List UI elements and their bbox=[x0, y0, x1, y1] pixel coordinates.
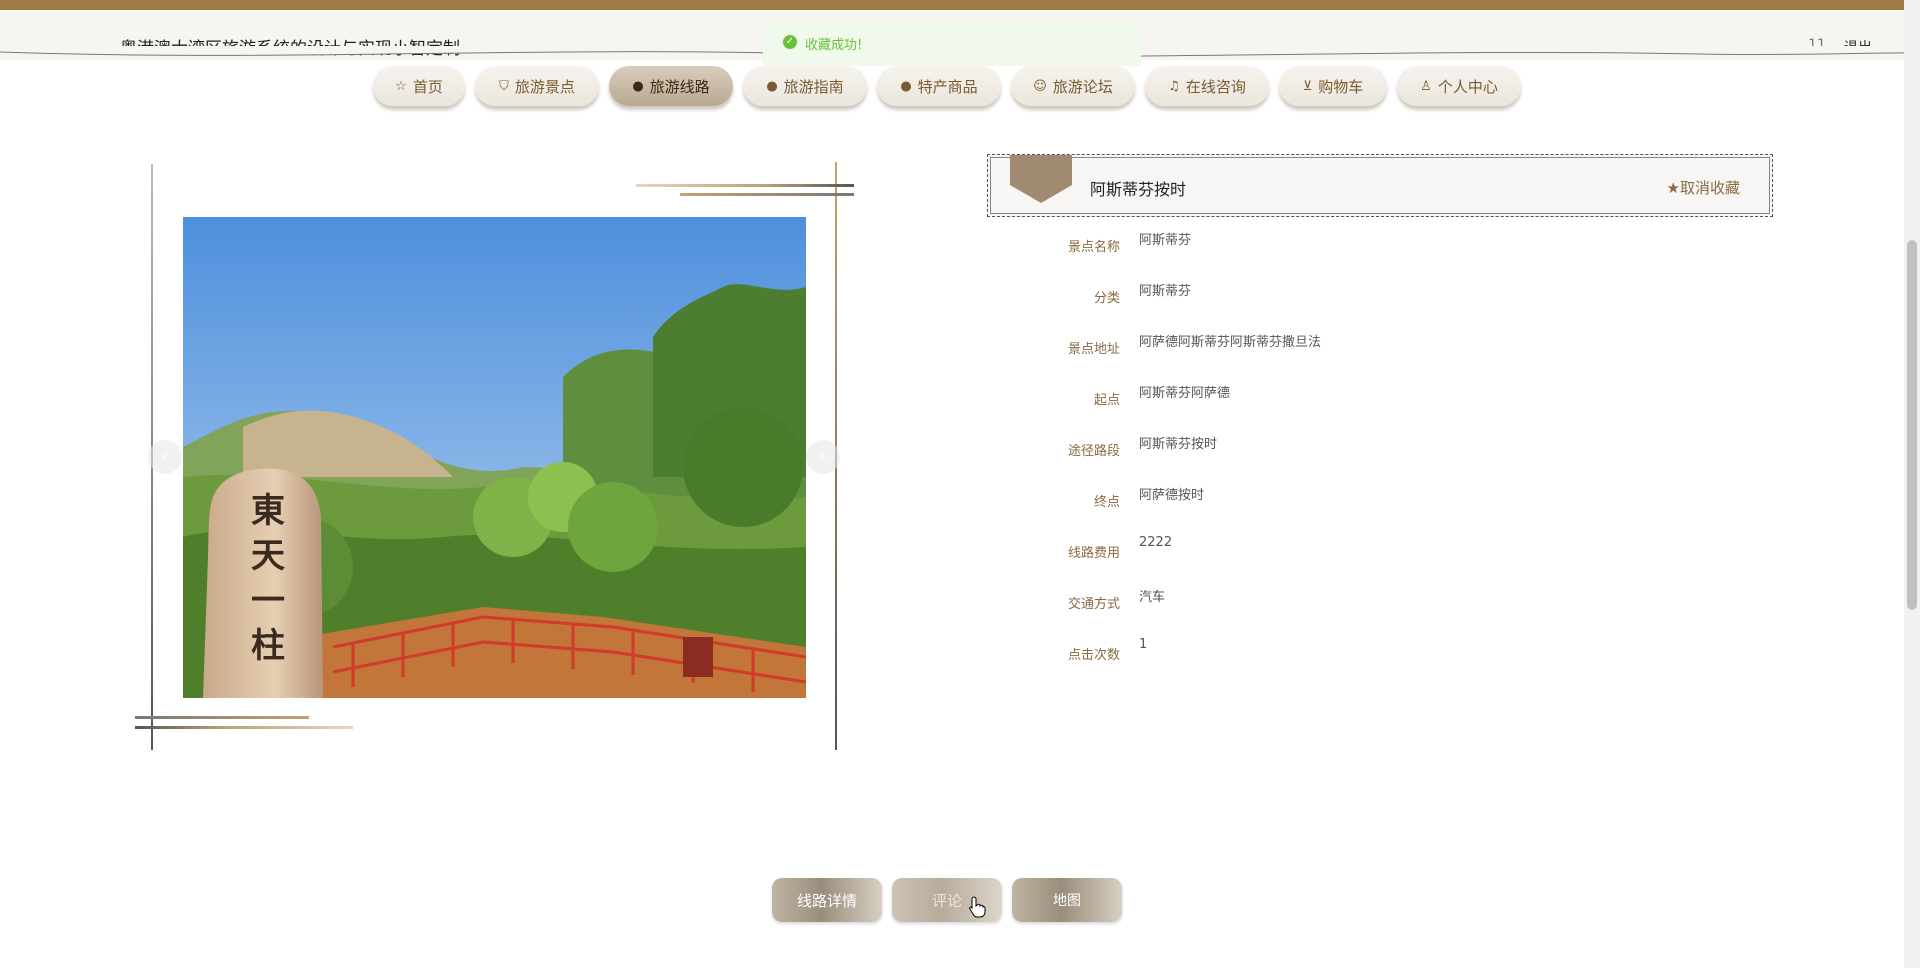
nav-shopping-cart[interactable]: ⊻ 购物车 bbox=[1279, 66, 1387, 106]
nav-home[interactable]: ☆ 首页 bbox=[373, 66, 465, 106]
question-circle-icon: ● bbox=[766, 78, 778, 94]
nav-online-consult[interactable]: ♫ 在线咨询 bbox=[1145, 66, 1269, 106]
headset-icon: ♫ bbox=[1168, 78, 1180, 94]
user-icon: ♙ bbox=[1420, 78, 1432, 94]
field-value-category: 阿斯蒂芬 bbox=[1139, 284, 1192, 299]
field-label-via: 途径路段 bbox=[1067, 444, 1120, 459]
gallery-prev-button[interactable]: ‹ bbox=[148, 440, 182, 474]
field-value-cost: 2222 bbox=[1139, 535, 1173, 550]
field-value-transport: 汽车 bbox=[1139, 590, 1166, 605]
ribbon-tag-icon bbox=[1010, 155, 1072, 203]
frame-line-bottom-2 bbox=[135, 726, 353, 729]
nav-personal-center[interactable]: ♙ 个人中心 bbox=[1397, 66, 1521, 106]
field-label-clicks: 点击次数 bbox=[1067, 648, 1120, 663]
bag-icon: ⛉ bbox=[499, 78, 509, 94]
nav-home-label: 首页 bbox=[412, 77, 443, 96]
stone-char-3: 一 bbox=[251, 581, 285, 621]
nav-travel-routes[interactable]: ● 旅游线路 bbox=[609, 66, 733, 106]
frame-line-top-2 bbox=[680, 193, 854, 196]
field-value-start: 阿斯蒂芬阿萨德 bbox=[1139, 386, 1231, 401]
main-nav: ☆ 首页 ⛉ 旅游景点 ● 旅游线路 ● 旅游指南 ● 特产商品 ☺ 旅游论坛 … bbox=[0, 66, 1920, 110]
tab-route-detail[interactable]: 线路详情 bbox=[772, 878, 882, 922]
nav-scenic-spots[interactable]: ⛉ 旅游景点 bbox=[475, 66, 599, 106]
field-label-name: 景点名称 bbox=[1067, 240, 1120, 255]
field-value-end: 阿萨德按时 bbox=[1139, 488, 1205, 503]
field-label-address: 景点地址 bbox=[1067, 342, 1120, 357]
nav-travel-routes-label: 旅游线路 bbox=[649, 77, 710, 96]
exclamation-circle-icon: ● bbox=[632, 78, 644, 94]
nav-travel-guide-label: 旅游指南 bbox=[783, 77, 844, 96]
tab-map[interactable]: 地图 bbox=[1012, 878, 1122, 922]
hand-pointer-icon bbox=[969, 896, 986, 918]
field-value-clicks: 1 bbox=[1139, 637, 1148, 652]
nav-online-consult-label: 在线咨询 bbox=[1185, 77, 1246, 96]
check-circle-icon: ✓ bbox=[783, 35, 797, 49]
stone-char-1: 東 bbox=[251, 491, 285, 531]
scrollbar-thumb[interactable] bbox=[1907, 240, 1917, 610]
field-label-start: 起点 bbox=[1093, 393, 1120, 408]
field-label-cost: 线路费用 bbox=[1067, 546, 1120, 561]
route-title: 阿斯蒂芬按时 bbox=[1090, 180, 1187, 199]
field-value-name: 阿斯蒂芬 bbox=[1139, 233, 1192, 248]
nav-personal-center-label: 个人中心 bbox=[1437, 77, 1498, 96]
frame-line-bottom-1 bbox=[135, 716, 309, 719]
star-icon: ☆ bbox=[395, 78, 407, 94]
stone-char-2: 天 bbox=[251, 536, 285, 576]
mountain-scene-image: 東 天 一 柱 bbox=[183, 217, 806, 698]
field-label-category: 分类 bbox=[1093, 291, 1120, 306]
field-label-end: 终点 bbox=[1093, 495, 1120, 510]
nav-specialty-goods[interactable]: ● 特产商品 bbox=[877, 66, 1001, 106]
route-photo: 東 天 一 柱 bbox=[183, 217, 806, 698]
success-toast: ✓ 收藏成功! bbox=[763, 20, 1141, 66]
nav-travel-forum-label: 旅游论坛 bbox=[1052, 77, 1113, 96]
top-accent-strip bbox=[0, 0, 1920, 10]
nav-travel-guide[interactable]: ● 旅游指南 bbox=[743, 66, 867, 106]
smile-icon: ☺ bbox=[1033, 78, 1047, 94]
toast-message: 收藏成功! bbox=[805, 38, 863, 53]
unfavorite-button[interactable]: ★取消收藏 bbox=[1667, 177, 1740, 198]
stone-char-4: 柱 bbox=[251, 626, 285, 666]
gallery-next-button[interactable]: › bbox=[806, 440, 840, 474]
info-circle-icon: ● bbox=[900, 78, 912, 94]
field-value-address: 阿萨德阿斯蒂芬阿斯蒂芬撒旦法 bbox=[1139, 335, 1322, 350]
field-label-transport: 交通方式 bbox=[1067, 597, 1120, 612]
cart-icon: ⊻ bbox=[1302, 78, 1313, 94]
detail-header: 阿斯蒂芬按时 ★取消收藏 bbox=[987, 154, 1773, 217]
field-value-via: 阿斯蒂芬按时 bbox=[1139, 437, 1218, 452]
nav-specialty-goods-label: 特产商品 bbox=[917, 77, 978, 96]
nav-scenic-spots-label: 旅游景点 bbox=[514, 77, 575, 96]
nav-travel-forum[interactable]: ☺ 旅游论坛 bbox=[1011, 66, 1135, 106]
frame-line-top-1 bbox=[636, 184, 854, 187]
page-scrollbar[interactable] bbox=[1904, 0, 1920, 968]
nav-shopping-cart-label: 购物车 bbox=[1318, 77, 1364, 96]
